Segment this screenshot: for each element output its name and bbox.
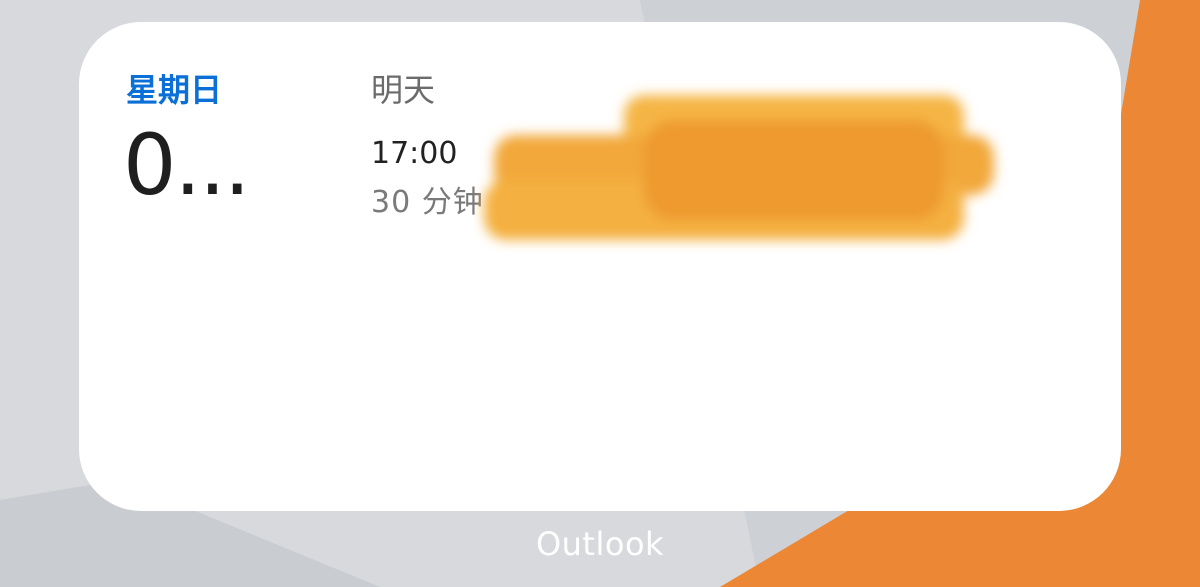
widget-app-label: Outlook xyxy=(535,525,665,563)
upcoming-day-label: 明天 xyxy=(371,71,436,109)
outlook-calendar-widget[interactable]: 星期日 0... 明天 17:00 30 分钟 xyxy=(79,22,1121,511)
event-start-time[interactable]: 17:00 xyxy=(371,135,457,173)
redaction-mark xyxy=(484,95,994,240)
redaction-scribble xyxy=(474,80,1014,255)
today-day-name: 星期日 xyxy=(126,71,223,109)
today-day-number: 0... xyxy=(123,116,251,214)
event-duration[interactable]: 30 分钟 xyxy=(371,184,484,222)
